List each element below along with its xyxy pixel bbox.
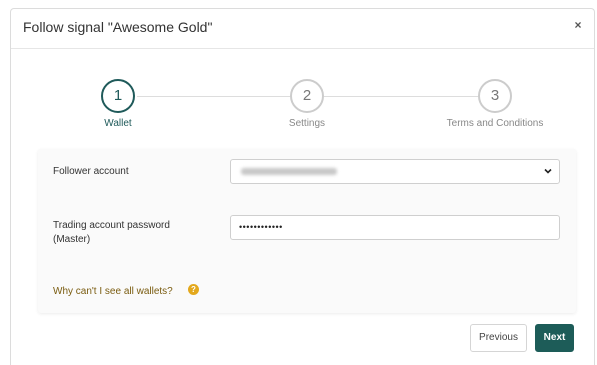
step-label: Wallet xyxy=(104,118,132,129)
modal-title: Follow signal "Awesome Gold" xyxy=(23,19,213,35)
step-label: Terms and Conditions xyxy=(446,118,544,129)
close-icon[interactable]: × xyxy=(570,17,586,33)
redacted-account-value xyxy=(241,168,337,175)
step-wallet[interactable]: 1 Wallet xyxy=(58,79,178,129)
step-number: 2 xyxy=(290,79,324,113)
trading-password-label-line1: Trading account password xyxy=(53,220,170,231)
follower-account-select[interactable] xyxy=(230,159,560,184)
follower-account-label: Follower account xyxy=(53,166,129,177)
wallet-form-panel: Follower account Trading account passwor… xyxy=(38,149,576,313)
modal-header: Follow signal "Awesome Gold" × xyxy=(11,9,594,49)
stepper: 1 Wallet 2 Settings 3 Terms and Conditio… xyxy=(11,79,594,139)
step-number: 3 xyxy=(478,79,512,113)
next-button[interactable]: Next xyxy=(535,324,574,352)
chevron-down-icon xyxy=(544,168,552,174)
step-number: 1 xyxy=(101,79,135,113)
why-wallets-link[interactable]: Why can't I see all wallets? xyxy=(53,286,173,297)
previous-button[interactable]: Previous xyxy=(470,324,527,352)
trading-password-label-line2: (Master) xyxy=(53,234,91,245)
step-terms[interactable]: 3 Terms and Conditions xyxy=(435,79,555,129)
help-icon[interactable]: ? xyxy=(188,284,199,295)
trading-password-label: Trading account password (Master) xyxy=(53,219,170,247)
step-settings[interactable]: 2 Settings xyxy=(247,79,367,129)
trading-password-input[interactable]: •••••••••••• xyxy=(230,215,560,240)
step-label: Settings xyxy=(288,118,326,129)
follow-signal-modal: Follow signal "Awesome Gold" × 1 Wallet … xyxy=(10,8,595,365)
